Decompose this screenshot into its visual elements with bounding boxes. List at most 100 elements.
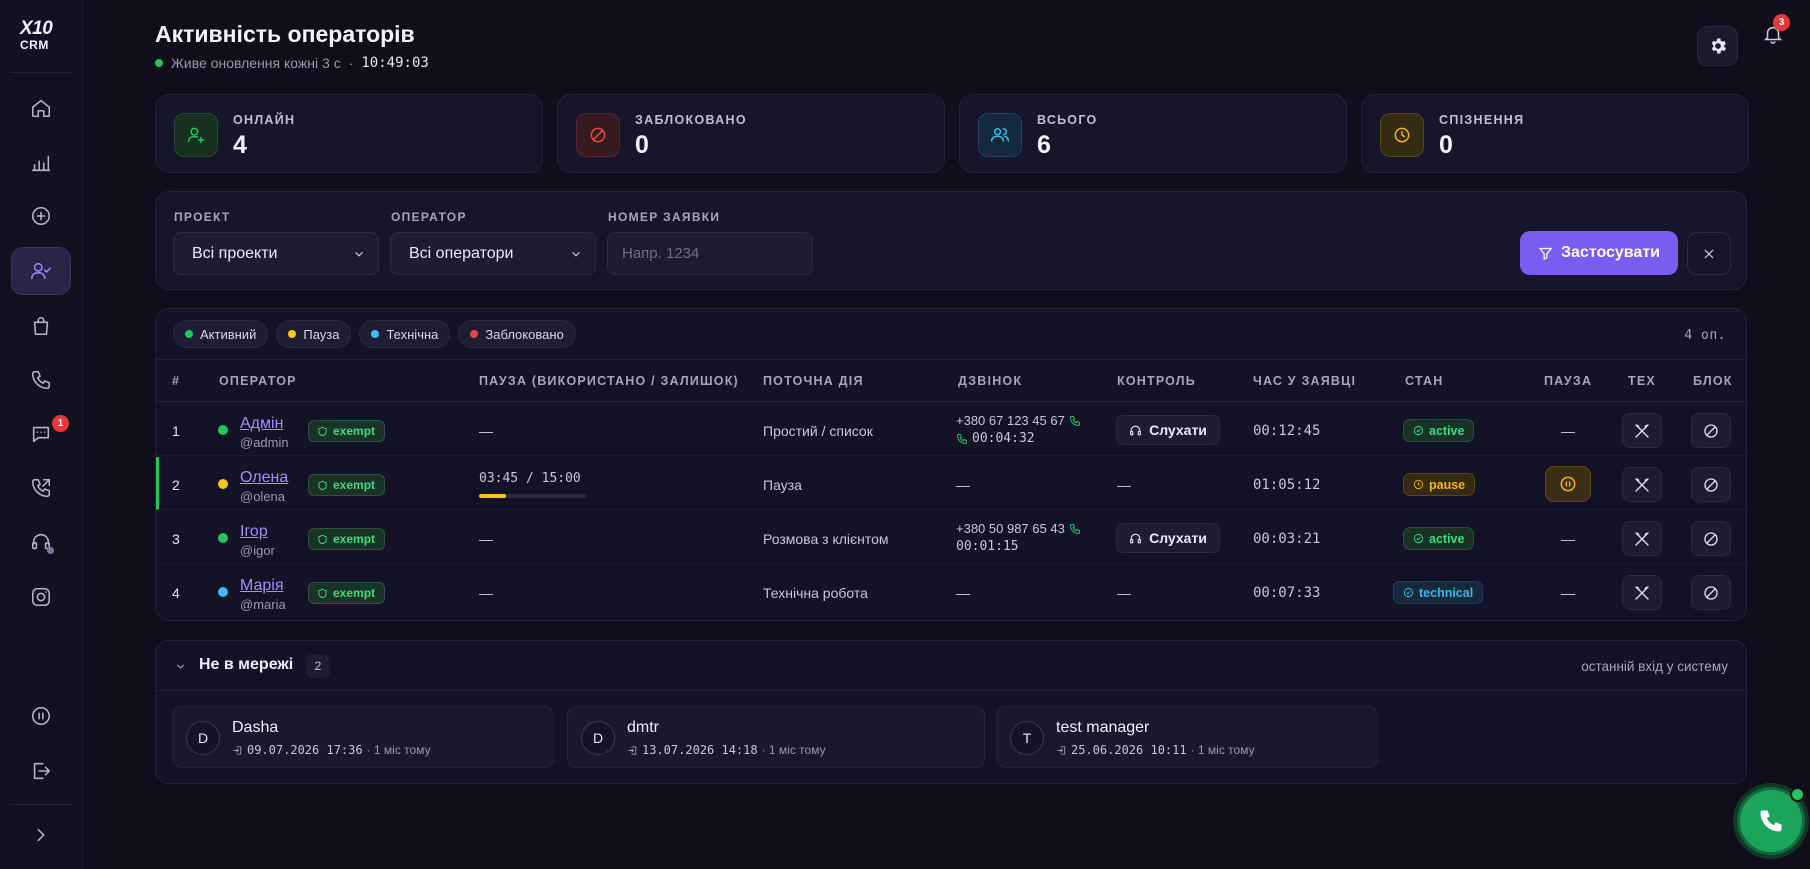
operator-select[interactable]: Всі оператори [390, 232, 596, 275]
ticket-time: 00:12:45 [1253, 423, 1321, 439]
listen-label: Слухати [1149, 530, 1207, 546]
column-header: ТЕХ [1628, 374, 1656, 388]
operator-name-link[interactable]: Олена [240, 469, 288, 487]
offline-user-name: dmtr [627, 719, 659, 736]
apply-label: Застосувати [1561, 244, 1660, 261]
sidebar-item-analytics[interactable] [11, 139, 71, 187]
legend-item-active[interactable]: Активний [173, 320, 269, 348]
stat-card-late: СПІЗНЕННЯ 0 [1361, 94, 1749, 173]
resume-pause-button[interactable] [1545, 466, 1591, 502]
app-logo[interactable]: X10 CRM [20, 19, 62, 58]
softphone-button[interactable] [1737, 787, 1805, 855]
column-header: ОПЕРАТОР [219, 374, 297, 388]
sidebar-item-orders[interactable] [11, 302, 71, 350]
last-login: 09.07.2026 17:36 · 1 міс тому [232, 743, 431, 757]
sidebar-item-calls[interactable] [11, 356, 71, 404]
table-row[interactable]: 3 Ігор @igor exempt — Розмова з клієнтом… [156, 511, 1746, 564]
separator: · [348, 55, 354, 71]
legend-dot [288, 330, 297, 338]
column-header: СТАН [1405, 374, 1444, 388]
sidebar-item-create[interactable] [11, 192, 71, 240]
offline-user-card[interactable]: D Dasha 09.07.2026 17:36 · 1 міс тому [172, 706, 554, 768]
offline-user-card[interactable]: D dmtr 13.07.2026 14:18 · 1 міс тому [567, 706, 985, 768]
control-empty: — [1117, 477, 1131, 493]
table-row[interactable]: 1 Адмін @admin exempt — Простий / список… [156, 403, 1746, 456]
exempt-label: exempt [333, 424, 376, 438]
sidebar-item-pause[interactable] [11, 692, 71, 740]
table-header: # ОПЕРАТОР ПАУЗА (ВИКОРИСТАНО / ЗАЛИШОК)… [156, 359, 1746, 402]
sidebar-item-logout[interactable] [11, 747, 71, 795]
clear-filters-button[interactable] [1687, 232, 1731, 275]
apply-filters-button[interactable]: Застосувати [1520, 231, 1678, 275]
state-badge: active [1403, 419, 1475, 442]
settings-button[interactable] [1697, 26, 1738, 66]
status-dot [218, 587, 228, 597]
legend-item-pause[interactable]: Пауза [276, 320, 352, 348]
ban-icon [590, 127, 606, 143]
ban-icon [1704, 477, 1718, 492]
notifications-badge: 3 [1773, 14, 1790, 31]
sidebar-item-chats[interactable]: 1 [11, 410, 71, 458]
block-button[interactable] [1691, 467, 1731, 502]
phone-icon [31, 370, 51, 390]
sidebar-item-outgoing[interactable] [11, 464, 71, 512]
legend-dot [470, 330, 479, 338]
avatar: D [581, 721, 615, 755]
tech-button[interactable] [1622, 413, 1662, 448]
pause-progress-fill [479, 494, 506, 498]
stat-card-total: ВСЬОГО 6 [959, 94, 1347, 173]
offline-user-name: test manager [1056, 719, 1150, 736]
block-button[interactable] [1691, 575, 1731, 610]
sidebar-item-home[interactable] [11, 84, 71, 132]
operator-name-link[interactable]: Ігор [240, 523, 268, 541]
sidebar-item-support[interactable] [11, 518, 71, 566]
tech-button[interactable] [1622, 467, 1662, 502]
stat-label: ОНЛАЙН [233, 113, 296, 127]
shield-icon [318, 480, 327, 490]
legend-item-blocked[interactable]: Заблоковано [458, 320, 576, 348]
table-row[interactable]: 4 Марія @maria exempt — Технічна робота … [156, 565, 1746, 618]
pause-control: — [1561, 531, 1575, 547]
stat-icon-box [1380, 113, 1424, 157]
operator-username: @olena [240, 489, 286, 504]
user-check-icon [31, 262, 51, 280]
sidebar-item-instagram[interactable] [11, 573, 71, 621]
block-button[interactable] [1691, 521, 1731, 556]
pause-usage: — [479, 585, 493, 601]
operator-name-link[interactable]: Адмін [240, 415, 283, 433]
tech-button[interactable] [1622, 521, 1662, 556]
avatar: D [186, 721, 220, 755]
sidebar-item-operators[interactable] [11, 247, 71, 295]
table-row[interactable]: 2 Олена @olena exempt 03:45 / 15:00 Пауз… [156, 457, 1746, 510]
legend-label: Технічна [386, 326, 439, 342]
ticket-number-input[interactable]: Напр. 1234 [607, 232, 813, 275]
headphones-icon [1130, 425, 1142, 435]
phone-number: +380 50 987 65 43 [956, 521, 1065, 536]
state-badge: technical [1393, 581, 1484, 604]
pause-progress-bar [479, 494, 587, 498]
bar-chart-icon [31, 155, 51, 172]
state-label: active [1429, 531, 1465, 546]
stat-card-online: ОНЛАЙН 4 [155, 94, 543, 173]
legend-label: Активний [200, 326, 257, 342]
offline-header[interactable]: Не в мережі 2 останній вхід у систему [156, 641, 1746, 691]
project-select[interactable]: Всі проекти [173, 232, 379, 275]
online-indicator [1790, 787, 1805, 802]
tech-button[interactable] [1622, 575, 1662, 610]
block-button[interactable] [1691, 413, 1731, 448]
listen-button[interactable]: Слухати [1116, 415, 1220, 445]
check-badge-icon [1413, 425, 1424, 436]
state-label: technical [1419, 585, 1474, 600]
operator-name-link[interactable]: Марія [240, 577, 284, 595]
chevron-down-icon[interactable] [174, 660, 187, 673]
operator-username: @maria [240, 597, 286, 612]
notifications-button[interactable]: 3 [1753, 14, 1793, 54]
legend-item-technical[interactable]: Технічна [359, 320, 451, 348]
sidebar-expand-button[interactable] [11, 811, 71, 859]
login-date: 09.07.2026 17:36 [247, 743, 363, 757]
offline-user-card[interactable]: T test manager 25.06.2026 10:11 · 1 міс т… [996, 706, 1378, 768]
status-dot [218, 479, 228, 489]
login-date: 13.07.2026 14:18 [642, 743, 758, 757]
listen-button[interactable]: Слухати [1116, 523, 1220, 553]
chevron-down-icon [572, 251, 580, 257]
